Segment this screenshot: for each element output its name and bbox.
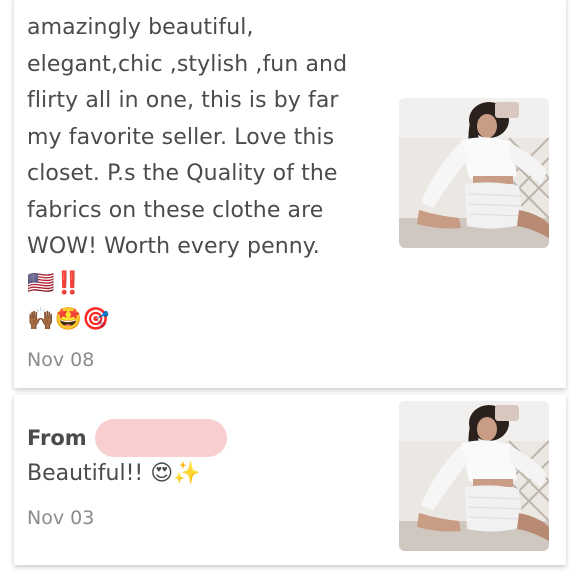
product-thumbnail[interactable] (399, 98, 549, 248)
review-card: From Beautiful!! 😍✨ Nov 03 (14, 395, 566, 565)
review-author: From (27, 419, 227, 457)
product-photo (399, 401, 549, 551)
review-text: amazingly beautiful, elegant,chic ,styli… (27, 15, 348, 296)
review-date: Nov 03 (27, 507, 95, 529)
review-card: amazingly beautiful, elegant,chic ,styli… (14, 0, 566, 388)
redacted-username (94, 419, 227, 457)
product-thumbnail[interactable] (399, 401, 549, 551)
product-photo (399, 98, 549, 248)
from-label: From (27, 426, 87, 450)
review-date: Nov 08 (27, 349, 95, 371)
review-text-block: amazingly beautiful, elegant,chic ,styli… (27, 10, 372, 338)
review-text: Beautiful!! 😍✨ (27, 461, 201, 486)
review-emojis: 🙌🏾🤩🎯 (27, 307, 110, 332)
